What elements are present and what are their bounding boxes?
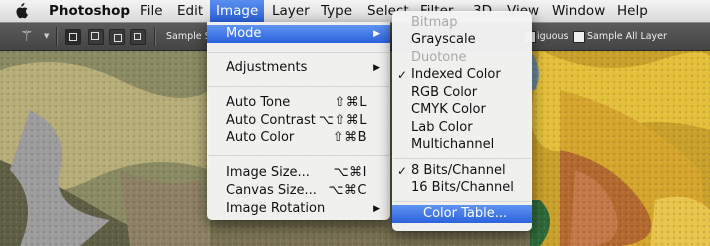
menu-item-label: Image Size... — [226, 165, 310, 180]
add-to-selection-icon[interactable] — [88, 29, 104, 45]
contiguous-label: iguous — [537, 31, 569, 42]
menu-separator — [393, 158, 531, 159]
menu-item-image-rotation[interactable]: Image Rotation ▶ — [207, 200, 390, 218]
shortcut-label: ⌥⇧⌘L — [318, 113, 367, 128]
menu-item-bitmap: Bitmap — [392, 14, 532, 32]
menu-item-label: Auto Tone — [226, 95, 291, 110]
menu-item-label: Auto Color — [226, 130, 295, 145]
menu-item-lab-color[interactable]: Lab Color — [392, 119, 532, 137]
menu-item-multichannel[interactable]: Multichannel — [392, 136, 532, 154]
toolbar-divider — [56, 27, 58, 46]
shortcut-label: ⌥⌘C — [328, 183, 367, 198]
menu-item-adjustments[interactable]: Adjustments ▶ — [207, 59, 390, 77]
menu-item-label: CMYK Color — [411, 102, 486, 117]
submenu-arrow-icon: ▶ — [373, 63, 380, 73]
tool-preset-chevron-icon[interactable]: ▼ — [44, 23, 49, 50]
menu-item-mode[interactable]: Mode ▶ — [207, 25, 390, 43]
magic-wand-icon[interactable]: ⚚ — [20, 23, 33, 50]
menu-item-label: Bitmap — [411, 15, 458, 30]
menu-item-auto-color[interactable]: Auto Color ⇧⌘B — [207, 129, 390, 147]
menu-item-auto-tone[interactable]: Auto Tone ⇧⌘L — [207, 94, 390, 112]
menu-item-grayscale[interactable]: Grayscale — [392, 31, 532, 49]
menu-item-label: Duotone — [411, 50, 467, 65]
menu-image[interactable]: Image — [210, 0, 265, 22]
menu-type[interactable]: Type — [321, 0, 352, 22]
menu-item-label: Mode — [226, 26, 262, 41]
menu-item-8-bits-channel[interactable]: ✓ 8 Bits/Channel — [392, 162, 532, 180]
menu-bar: Photoshop File Edit Image Layer Type Sel… — [0, 0, 710, 23]
menu-file[interactable]: File — [140, 0, 163, 22]
menu-separator — [208, 155, 389, 156]
checkmark-icon: ✓ — [397, 164, 408, 178]
toolbar-divider — [154, 27, 156, 46]
menu-item-label: Canvas Size... — [226, 183, 317, 198]
menu-item-indexed-color[interactable]: ✓ Indexed Color — [392, 66, 532, 84]
shortcut-label: ⇧⌘L — [334, 95, 367, 110]
menu-item-label: Color Table... — [423, 206, 508, 221]
menu-layer[interactable]: Layer — [272, 0, 310, 22]
menu-item-canvas-size[interactable]: Canvas Size... ⌥⌘C — [207, 182, 390, 200]
shortcut-label: ⌥⌘I — [333, 165, 367, 180]
menu-item-label: Multichannel — [411, 137, 495, 152]
menu-item-cmyk-color[interactable]: CMYK Color — [392, 101, 532, 119]
new-selection-icon[interactable] — [65, 29, 81, 45]
menu-item-image-size[interactable]: Image Size... ⌥⌘I — [207, 164, 390, 182]
shortcut-label: ⇧⌘B — [332, 130, 367, 145]
menu-item-label: Lab Color — [411, 120, 473, 135]
menu-item-auto-contrast[interactable]: Auto Contrast ⌥⇧⌘L — [207, 112, 390, 130]
menu-item-rgb-color[interactable]: RGB Color — [392, 84, 532, 102]
menu-edit[interactable]: Edit — [177, 0, 203, 22]
submenu-arrow-icon: ▶ — [373, 204, 380, 214]
menu-item-16-bits-channel[interactable]: 16 Bits/Channel — [392, 179, 532, 197]
mode-submenu: Bitmap Grayscale Duotone ✓ Indexed Color… — [392, 11, 532, 231]
menu-item-label: Auto Contrast — [226, 113, 316, 128]
menu-item-label: Grayscale — [411, 32, 476, 47]
sample-all-layers-label: Sample All Layer — [587, 31, 667, 42]
menu-separator — [393, 201, 531, 202]
menu-item-label: Image Rotation — [226, 201, 326, 216]
menu-separator — [208, 52, 389, 53]
menu-item-color-table[interactable]: Color Table... — [392, 205, 532, 223]
intersect-selection-icon[interactable] — [130, 29, 146, 45]
menu-window[interactable]: Window — [552, 0, 605, 22]
apple-logo-icon[interactable] — [14, 3, 28, 19]
submenu-arrow-icon: ▶ — [373, 29, 380, 39]
checkmark-icon: ✓ — [397, 68, 408, 82]
menu-item-label: 8 Bits/Channel — [411, 163, 506, 178]
menu-separator — [208, 86, 389, 87]
sample-all-layers-checkbox[interactable] — [573, 31, 585, 43]
menu-help[interactable]: Help — [617, 0, 648, 22]
menu-item-label: 16 Bits/Channel — [411, 180, 514, 195]
menu-item-label: RGB Color — [411, 85, 478, 100]
menu-item-label: Adjustments — [226, 60, 308, 75]
menu-item-duotone: Duotone — [392, 49, 532, 67]
subtract-from-selection-icon[interactable] — [109, 29, 125, 45]
menu-photoshop[interactable]: Photoshop — [49, 0, 130, 22]
image-menu: Mode ▶ Adjustments ▶ Auto Tone ⇧⌘L Auto … — [207, 22, 390, 220]
menu-item-label: Indexed Color — [411, 67, 501, 82]
